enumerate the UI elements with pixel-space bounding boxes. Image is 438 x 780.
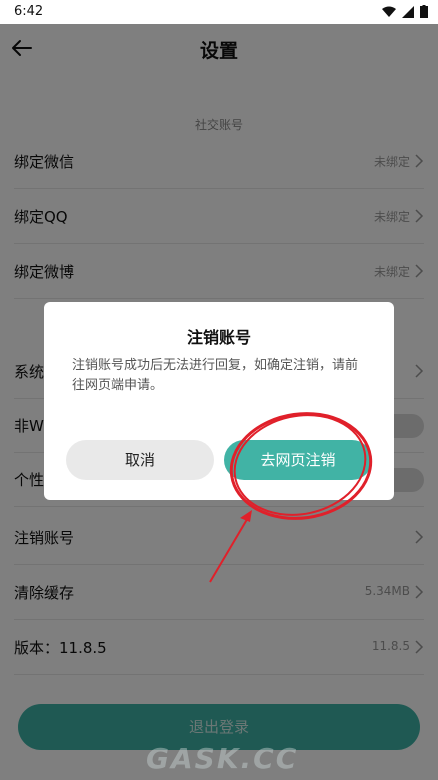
- dialog-message: 注销账号成功后无法进行回复，如确定注销，请前往网页端申请。: [72, 358, 359, 393]
- dialog-title: 注销账号: [186, 328, 251, 347]
- dialog-confirm-button[interactable]: 去网页注销: [224, 440, 372, 480]
- settings-screen: 6:42 设置 社交账号 绑定微信 未绑定 绑定QQ: [0, 0, 438, 780]
- dialog-cancel-button[interactable]: 取消: [66, 440, 214, 480]
- status-icons: [382, 5, 428, 18]
- status-time: 6:42: [14, 4, 44, 19]
- signal-icon: [402, 5, 414, 18]
- watermark: GASK.CC: [146, 742, 299, 775]
- cancel-account-dialog: 注销账号 注销账号成功后无法进行回复，如确定注销，请前往网页端申请。 取消 去网…: [44, 302, 394, 500]
- status-bar: 6:42: [0, 0, 438, 24]
- battery-icon: [420, 5, 428, 18]
- wifi-icon: [382, 6, 396, 17]
